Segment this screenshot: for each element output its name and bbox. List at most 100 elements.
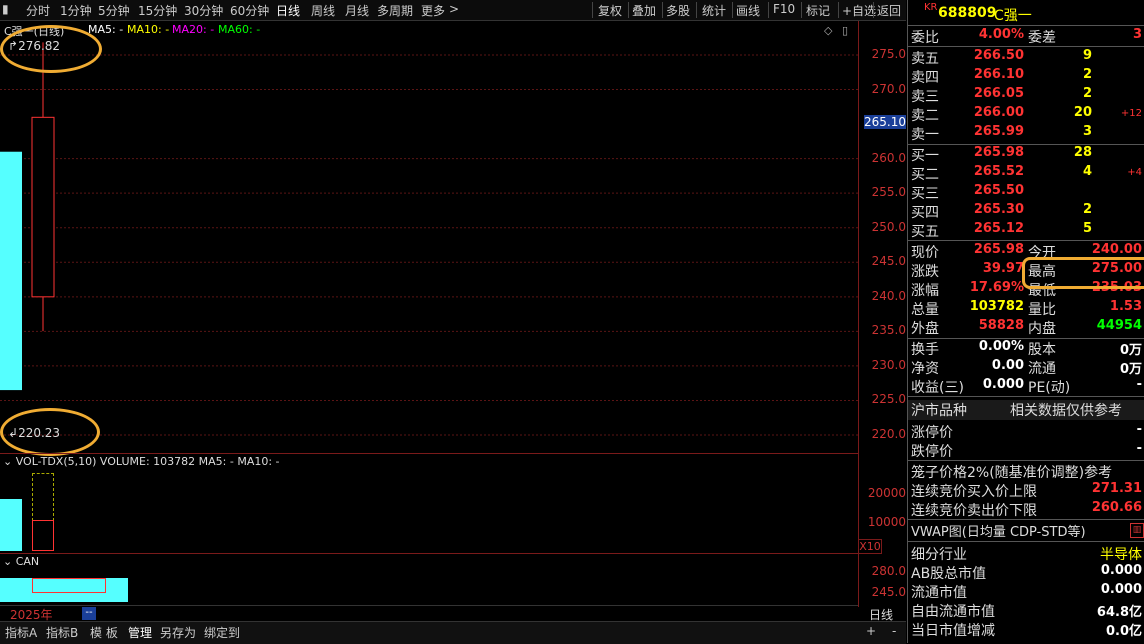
ask-volume: 2	[1082, 86, 1092, 101]
overlay-button[interactable]: 叠加	[632, 2, 656, 19]
ab-cap-value: 0.000	[1100, 563, 1142, 578]
stat-label: PE(动)	[1028, 380, 1071, 396]
candle-prev	[0, 151, 22, 391]
ask-price: 266.10	[973, 67, 1024, 82]
period-tab-30min[interactable]: 30分钟	[184, 2, 223, 19]
weicha-label: 委差	[1028, 30, 1056, 46]
period-tab-15min[interactable]: 15分钟	[138, 2, 177, 19]
can-window-box[interactable]	[32, 578, 106, 593]
weibi-label: 委比	[911, 30, 939, 46]
volume-panel[interactable]: ⌄ VOL-TDX(5,10) VOLUME: 103782 MA5: - MA…	[0, 453, 906, 554]
tab-template[interactable]: 模 板	[90, 624, 118, 641]
tab-indicator-a[interactable]: 指标A	[5, 624, 37, 641]
ask-volume: 2	[1082, 67, 1092, 82]
chevron-right-icon[interactable]: >	[449, 2, 459, 16]
stat-label: 股本	[1028, 342, 1056, 358]
ask-row[interactable]: 卖一 265.99 3	[908, 124, 1144, 143]
stat-value: 0.00%	[978, 339, 1024, 354]
zoom-out-icon[interactable]: -	[892, 624, 896, 638]
can-panel[interactable]: ⌄ CAN 280.0 245.0	[0, 553, 906, 606]
down-limit-value: 260.66	[1091, 500, 1142, 515]
period-tab-more[interactable]: 更多	[421, 2, 445, 19]
ask-row[interactable]: 卖五 266.50 9	[908, 48, 1144, 67]
dieting-label: 跌停价	[911, 444, 953, 460]
stat-row: 收益(三) 0.000 PE(动) -	[908, 377, 1144, 396]
toolbar-toggle-icon[interactable]: ▮	[2, 2, 9, 16]
f10-button[interactable]: F10	[773, 2, 795, 16]
price-tick: 220.0	[871, 427, 906, 441]
price-tick: 275.0	[871, 47, 906, 61]
float-cap-label: 流通市值	[911, 585, 967, 601]
kline-chart[interactable]: C强一(日线) MA5: - MA10: - MA20: - MA60: - ◇…	[0, 21, 858, 456]
stat-value: 17.69%	[969, 280, 1024, 295]
zoom-in-icon[interactable]: +	[866, 624, 876, 638]
timeline-cursor[interactable]: --	[82, 607, 96, 620]
bid-row[interactable]: 买一 265.98 28	[908, 145, 1144, 164]
stat-value: 265.98	[973, 242, 1024, 257]
stat-value: 0万	[1119, 362, 1142, 377]
industry-value[interactable]: 半导体	[1058, 544, 1142, 564]
bid-row[interactable]: 买二 265.52 4 +4	[908, 164, 1144, 183]
stat-label: 换手	[911, 342, 939, 358]
tab-save-as[interactable]: 另存为	[160, 624, 196, 641]
price-tick: 245.0	[871, 254, 906, 269]
add-watchlist-button[interactable]: +自选	[842, 2, 876, 19]
shi-row: 沪市品种 相关数据仅供参考	[908, 400, 1144, 420]
stat-label: 内盘	[1028, 321, 1056, 337]
period-toolbar: ▮ 分时 1分钟 5分钟 15分钟 30分钟 60分钟 日线 周线 月线 多周期…	[0, 0, 906, 21]
volume-header: ⌄ VOL-TDX(5,10) VOLUME: 103782 MA5: - MA…	[3, 455, 280, 468]
stat-value: 58828	[978, 318, 1024, 333]
quote-panel: KR 688809 C强一 委比 4.00% 委差 3 卖五 266.50 9 卖四 2…	[907, 0, 1144, 643]
day-change-row: 当日市值增减 0.0亿	[908, 620, 1144, 639]
stat-value: 0.000	[982, 377, 1024, 392]
stat-value: 0万	[1119, 343, 1142, 358]
price-tick: 230.0	[871, 357, 906, 372]
ask-volume: 20	[1073, 105, 1092, 120]
vwap-row[interactable]: VWAP图(日均量 CDP-STD等) ▥	[908, 521, 1144, 540]
tab-manage[interactable]: 管理	[128, 624, 152, 641]
ask-row[interactable]: 卖二 266.00 20 +12	[908, 105, 1144, 124]
multi-stock-button[interactable]: 多股	[666, 2, 690, 19]
highlight-circle-low	[0, 408, 100, 456]
period-tab-5min[interactable]: 5分钟	[98, 2, 130, 19]
candle-svg	[0, 42, 858, 436]
period-tab-daily[interactable]: 日线	[276, 2, 300, 19]
period-tab-multi[interactable]: 多周期	[377, 2, 413, 19]
ask-price: 265.99	[973, 124, 1024, 139]
bid-label: 买四	[911, 205, 939, 221]
stat-label: 净资	[911, 361, 939, 377]
back-button[interactable]: 返回	[877, 2, 901, 19]
ab-cap-label: AB股总市值	[911, 566, 987, 582]
vwap-chart-icon[interactable]: ▥	[1130, 523, 1144, 538]
bid-label: 买一	[911, 148, 939, 164]
day-change-label: 当日市值增减	[911, 623, 995, 639]
weibi-value: 4.00%	[978, 27, 1024, 42]
ask-label: 卖二	[911, 108, 939, 124]
ask-label: 卖五	[911, 51, 939, 67]
float-cap-value: 0.000	[1100, 582, 1142, 597]
period-tab-60min[interactable]: 60分钟	[230, 2, 269, 19]
bid-price: 265.50	[973, 183, 1024, 198]
draw-line-button[interactable]: 画线	[736, 2, 760, 19]
tab-indicator-b[interactable]: 指标B	[46, 624, 78, 641]
bid-row[interactable]: 买五 265.12 5	[908, 221, 1144, 240]
mark-button[interactable]: 标记	[806, 2, 830, 19]
period-tab-weekly[interactable]: 周线	[311, 2, 335, 19]
up-limit-label: 连续竞价买入价上限	[911, 484, 1037, 500]
period-tab-fenshi[interactable]: 分时	[26, 2, 50, 19]
stats-button[interactable]: 统计	[702, 2, 726, 19]
period-tab-1min[interactable]: 1分钟	[60, 2, 92, 19]
ask-row[interactable]: 卖三 266.05 2	[908, 86, 1144, 105]
bid-label: 买五	[911, 224, 939, 240]
free-cap-label: 自由流通市值	[911, 604, 995, 620]
ask-row[interactable]: 卖四 266.10 2	[908, 67, 1144, 86]
fuquan-button[interactable]: 复权	[598, 2, 622, 19]
tab-bind-to[interactable]: 绑定到	[204, 624, 240, 641]
ask-price: 266.50	[973, 48, 1024, 63]
bid-row[interactable]: 买四 265.30 2	[908, 202, 1144, 221]
shi-note: 相关数据仅供参考	[1010, 403, 1122, 419]
cage-label: 笼子价格2%(随基准价调整)参考	[911, 465, 1113, 481]
bid-row[interactable]: 买三 265.50	[908, 183, 1144, 202]
period-tab-monthly[interactable]: 月线	[345, 2, 369, 19]
highlight-box-high	[1022, 257, 1144, 289]
